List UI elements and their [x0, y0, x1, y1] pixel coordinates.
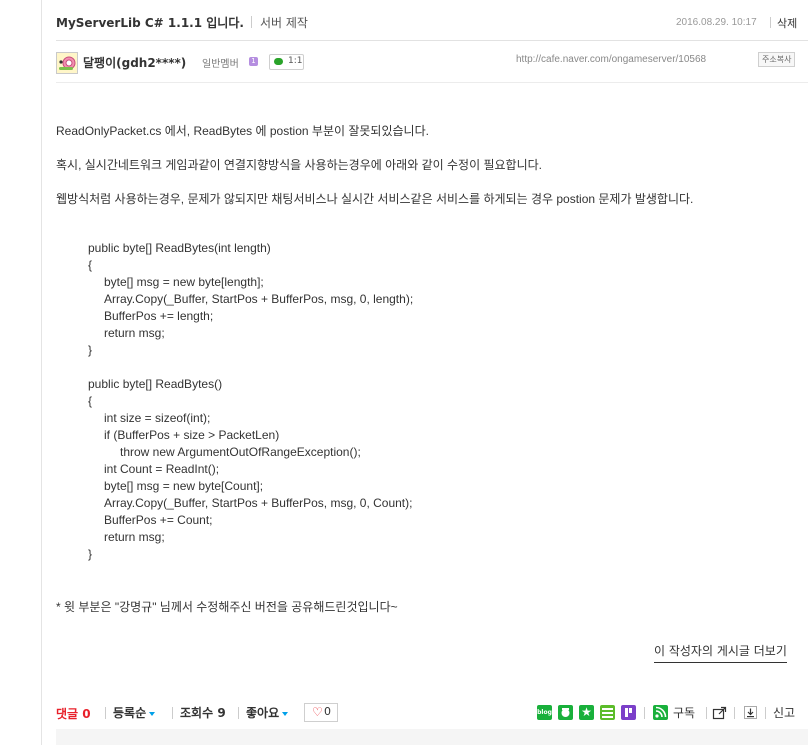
views-count: 9	[217, 706, 226, 720]
comments-toggle[interactable]: 댓글 0	[56, 705, 91, 722]
one-on-one-chat-button[interactable]: 1:1	[269, 54, 304, 70]
divider	[644, 707, 645, 719]
snail-avatar-icon	[57, 53, 77, 73]
post-date: 2016.08.29. 10:17	[676, 17, 757, 28]
like-label: 좋아요	[246, 706, 280, 720]
cafe-share-icon[interactable]	[558, 705, 573, 720]
paragraph: ReadOnlyPacket.cs 에서, ReadBytes 에 postio…	[56, 124, 429, 138]
paragraph: 혹시, 실시간네트워크 게임과같이 연결지향방식을 사용하는경우에 아래와 같이…	[56, 158, 542, 172]
code-line: return msg;	[104, 530, 165, 544]
avatar[interactable]	[56, 52, 78, 74]
code-line: BufferPos += length;	[104, 309, 214, 323]
band-share-icon[interactable]	[621, 705, 636, 720]
comments-count: 0	[82, 707, 91, 721]
post-title: MyServerLib C# 1.1.1 입니다.	[56, 16, 244, 30]
bookmark-share-icon[interactable]: ★	[579, 705, 594, 720]
comments-label: 댓글	[56, 707, 79, 721]
cafe-share-glyph	[561, 708, 570, 717]
rss-glyph	[655, 706, 667, 718]
member-level: 일반멤버	[202, 59, 239, 70]
divider	[105, 707, 106, 719]
download-icon[interactable]	[743, 705, 758, 720]
heart-icon: ♡	[312, 705, 323, 719]
report-button[interactable]: 신고	[773, 704, 795, 721]
divider	[734, 707, 735, 719]
rss-icon[interactable]	[653, 705, 668, 720]
post-action-bar: 댓글 0 등록순 조회수 9 좋아요 ♡ 0 blog ★ 구독 신고	[56, 702, 808, 724]
like-button[interactable]: ♡ 0	[304, 703, 338, 722]
divider	[56, 82, 808, 83]
comment-area	[56, 729, 808, 745]
subscribe-button[interactable]: 구독	[673, 704, 695, 721]
like-count: 0	[324, 705, 331, 718]
code-line: {	[88, 394, 93, 408]
divider	[706, 707, 707, 719]
code-line: }	[88, 547, 93, 561]
memo-share-icon[interactable]	[600, 705, 615, 720]
post-url-link[interactable]: http://cafe.naver.com/ongameserver/10568	[516, 54, 706, 65]
divider	[770, 17, 771, 28]
divider	[56, 40, 808, 41]
post-category-link[interactable]: 서버 제작	[260, 14, 308, 31]
code-line: if (BufferPos + size > PacketLen)	[104, 428, 280, 442]
views-label: 조회수	[180, 706, 214, 720]
level-badge: 1	[249, 57, 258, 66]
code-line: public byte[] ReadBytes(int length)	[88, 241, 271, 255]
blog-share-icon[interactable]: blog	[537, 705, 552, 720]
post-header: MyServerLib C# 1.1.1 입니다. 서버 제작 2016.08.…	[56, 12, 808, 34]
code-line: }	[88, 343, 93, 357]
code-line: BufferPos += Count;	[104, 513, 213, 527]
code-line: throw new ArgumentOutOfRangeException();	[120, 445, 361, 459]
views: 조회수 9	[180, 704, 226, 721]
footnote: * 윗 부분은 "강명규" 님께서 수정해주신 버전을 공유해드린것입니다~	[56, 600, 398, 614]
author-row: 달팽이(gdh2****) 일반멤버 1 1:1 http://cafe.nav…	[56, 52, 808, 74]
code-line: public byte[] ReadBytes()	[88, 377, 223, 391]
code-line: byte[] msg = new byte[Count];	[104, 479, 264, 493]
chevron-down-icon	[149, 711, 156, 716]
divider	[172, 707, 173, 719]
divider	[251, 16, 252, 28]
chat-icon	[274, 58, 283, 65]
download-glyph	[744, 706, 757, 719]
code-line: Array.Copy(_Buffer, StartPos + BufferPos…	[104, 292, 414, 306]
chevron-down-icon	[282, 711, 289, 716]
like-dropdown[interactable]: 좋아요	[246, 704, 289, 721]
memo-share-glyph	[602, 708, 613, 718]
code-line: {	[88, 258, 93, 272]
divider	[238, 707, 239, 719]
code-line: int Count = ReadInt();	[104, 462, 220, 476]
left-border	[41, 0, 42, 745]
author-name[interactable]: 달팽이(gdh2****)	[83, 54, 186, 71]
code-line: Array.Copy(_Buffer, StartPos + BufferPos…	[104, 496, 413, 510]
paragraph: 웹방식처럼 사용하는경우, 문제가 않되지만 채팅서비스나 실시간 서비스같은 …	[56, 192, 694, 206]
code-line: int size = sizeof(int);	[104, 411, 211, 425]
external-share-icon[interactable]	[712, 705, 727, 720]
code-line: byte[] msg = new byte[length];	[104, 275, 264, 289]
divider	[765, 707, 766, 719]
chat-label: 1:1	[288, 56, 303, 66]
sort-label: 등록순	[113, 706, 147, 720]
copy-url-button[interactable]: 주소복사	[758, 52, 796, 67]
band-share-glyph	[625, 708, 632, 717]
code-line: return msg;	[104, 326, 165, 340]
sort-dropdown[interactable]: 등록순	[113, 704, 156, 721]
more-posts-link[interactable]: 이 작성자의 게시글 더보기	[654, 642, 787, 663]
delete-button[interactable]: 삭제	[777, 15, 797, 31]
external-share-glyph	[712, 706, 727, 720]
